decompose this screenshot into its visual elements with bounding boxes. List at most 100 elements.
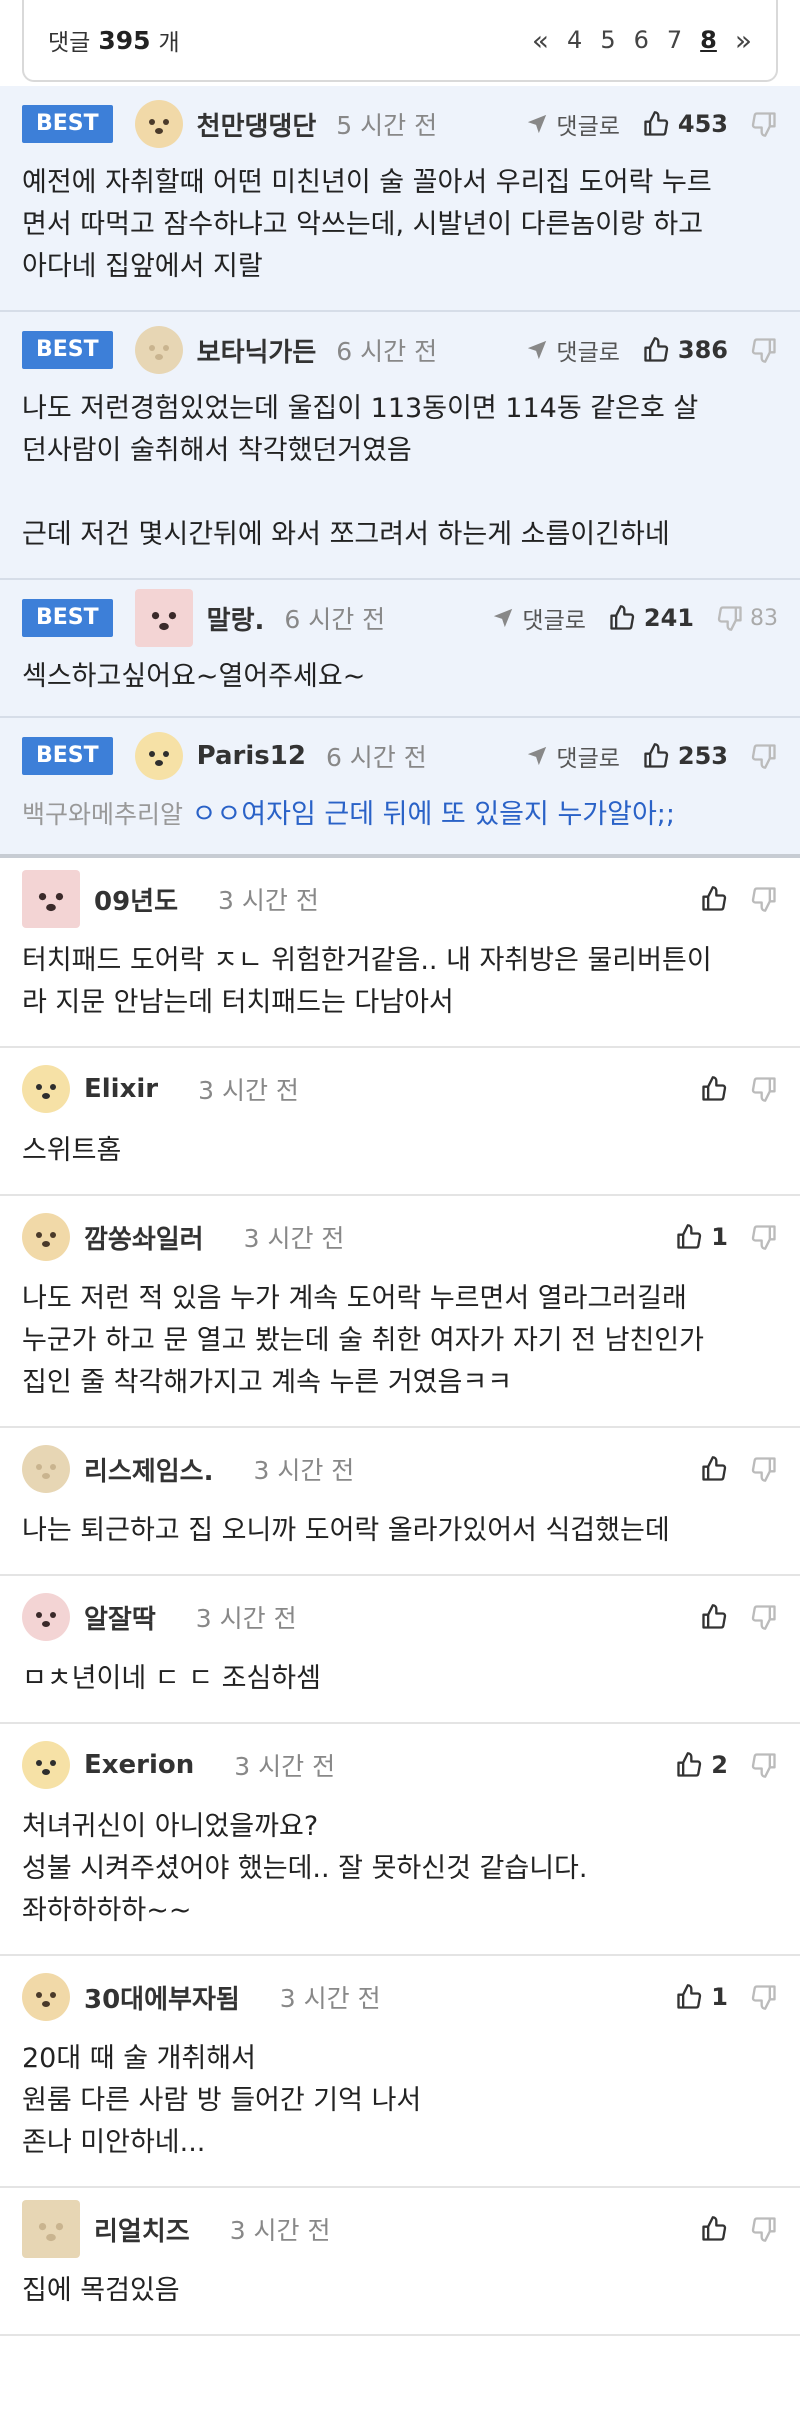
comment-author[interactable]: Paris12: [197, 741, 306, 771]
like-button[interactable]: [700, 2215, 728, 2243]
page-link[interactable]: 7: [667, 26, 682, 54]
avatar[interactable]: [22, 1741, 70, 1789]
prev-page-button[interactable]: «: [532, 24, 549, 57]
avatar[interactable]: [22, 2200, 80, 2258]
comment-actions: 2: [675, 1751, 778, 1779]
comment: 리얼치즈 3 시간 전집에 목검있음: [0, 2188, 800, 2336]
page-link[interactable]: 4: [567, 26, 582, 54]
comment-meta: 09년도 3 시간 전: [22, 858, 778, 940]
comment-body: 집에 목검있음: [22, 2270, 778, 2334]
avatar[interactable]: [22, 1593, 70, 1641]
avatar[interactable]: [22, 870, 80, 928]
best-badge: BEST: [22, 737, 113, 775]
like-button[interactable]: 453: [642, 110, 728, 138]
avatar[interactable]: [22, 1213, 70, 1261]
comment-author[interactable]: 리얼치즈: [94, 2211, 190, 2248]
next-page-button[interactable]: »: [735, 24, 752, 57]
reply-button[interactable]: 댓글로: [526, 739, 620, 773]
thumbs-up-icon: [700, 885, 728, 913]
avatar[interactable]: [134, 100, 183, 148]
reply-button[interactable]: 댓글로: [492, 601, 586, 635]
avatar[interactable]: [22, 1973, 70, 2021]
dislike-button[interactable]: 83: [716, 604, 778, 632]
like-button[interactable]: 253: [642, 742, 728, 770]
thumbs-down-icon: [750, 1455, 778, 1483]
comment-author[interactable]: 09년도: [94, 881, 178, 918]
dislike-button[interactable]: [750, 1603, 778, 1631]
comment-time: 6 시간 전: [325, 743, 427, 772]
dislike-button[interactable]: [750, 1075, 778, 1103]
comment-meta: 알잘딱 3 시간 전: [22, 1576, 778, 1658]
like-count: 2: [711, 1751, 728, 1779]
avatar[interactable]: [134, 589, 193, 647]
comment-count: 395: [98, 25, 151, 55]
like-button[interactable]: 1: [675, 1223, 728, 1251]
best-comment-list: BEST 천만댕댕단 5 시간 전 댓글로 453 예전에 자취할때 어떤 미친년이 술 …: [0, 86, 800, 858]
dislike-button[interactable]: [750, 1751, 778, 1779]
comment-line: 나도 저런 적 있음 누가 계속 도어락 누르면서 열라그러길래: [22, 1283, 687, 1314]
comment-author[interactable]: 말랑.: [207, 600, 265, 637]
comment-body: 나도 저런경험있었는데 울집이 113동이면 114동 같은호 살 던사람이 술취…: [22, 388, 778, 578]
dislike-button[interactable]: [750, 1983, 778, 2011]
best-comment: BEST Paris12 6 시간 전 댓글로 253 백구와메추리알 ㅇㅇ여자임 근데 …: [0, 718, 800, 858]
comment-time: 3 시간 전: [229, 2216, 331, 2245]
like-button[interactable]: 2: [675, 1751, 728, 1779]
reply-button[interactable]: 댓글로: [526, 107, 620, 141]
best-badge: BEST: [22, 331, 113, 369]
comment-author[interactable]: Exerion: [84, 1750, 194, 1780]
comment-line: 좌하하하하~~: [22, 1895, 192, 1926]
avatar[interactable]: [134, 326, 183, 374]
comment-line: ㅁㅊ년이네 ㄷ ㄷ 조심하셈: [22, 1663, 321, 1694]
comment-actions: [700, 1455, 778, 1483]
thumbs-up-icon: [642, 110, 670, 138]
avatar[interactable]: [22, 1065, 70, 1113]
comment-time: 3 시간 전: [253, 1456, 355, 1485]
comment-author[interactable]: 보타닉가든: [197, 332, 317, 369]
dislike-button[interactable]: [750, 885, 778, 913]
comment-author[interactable]: Elixir: [84, 1074, 158, 1104]
comment-author[interactable]: 천만댕댕단: [197, 106, 317, 143]
like-button[interactable]: 241: [608, 604, 694, 632]
best-comment: BEST 보타닉가든 6 시간 전 댓글로 386 나도 저런경험있었는데 울집이 113…: [0, 312, 800, 580]
thumbs-down-icon: [750, 1751, 778, 1779]
comment: 09년도 3 시간 전 터치패드 도어락 ㅈㄴ 위험한거같음.. 내 자취방은 물리…: [0, 858, 800, 1048]
dislike-button[interactable]: [750, 742, 778, 770]
best-badge: BEST: [22, 599, 113, 637]
avatar[interactable]: [22, 1445, 70, 1493]
thumbs-up-icon: [608, 604, 636, 632]
comment-author[interactable]: 30대에부자됨: [84, 1979, 240, 2016]
pagination: « 4 5 6 7 8 »: [532, 24, 752, 57]
comment-meta: BEST 보타닉가든 6 시간 전 댓글로 386: [22, 312, 778, 388]
comment-time: 3 시간 전: [279, 1984, 381, 2013]
like-button[interactable]: [700, 1455, 728, 1483]
like-button[interactable]: [700, 1603, 728, 1631]
reply-icon: [492, 607, 514, 629]
comment-line: 면서 따먹고 잠수하냐고 악쓰는데, 시발년이 다른놈이랑 하고: [22, 209, 704, 240]
comment-header: 댓글 395 개 « 4 5 6 7 8 »: [0, 0, 800, 86]
like-button[interactable]: 1: [675, 1983, 728, 2011]
dislike-button[interactable]: [750, 1455, 778, 1483]
like-button[interactable]: [700, 885, 728, 913]
comment-author[interactable]: 리스제임스.: [84, 1451, 213, 1488]
like-count: 1: [711, 1223, 728, 1251]
comment-time: 6 시간 전: [336, 337, 438, 366]
comment-actions: 댓글로 241 83: [492, 601, 778, 635]
like-button[interactable]: [700, 1075, 728, 1103]
dislike-button[interactable]: [750, 336, 778, 364]
comment-author[interactable]: 알잘딱: [84, 1599, 156, 1636]
comment-body: 나는 퇴근하고 집 오니까 도어락 올라가있어서 식겁했는데: [22, 1510, 778, 1574]
page-link[interactable]: 6: [634, 26, 649, 54]
thumbs-up-icon: [642, 336, 670, 364]
dislike-button[interactable]: [750, 110, 778, 138]
dislike-button[interactable]: [750, 2215, 778, 2243]
comment-line: 나도 저런경험있었는데 울집이 113동이면 114동 같은호 살: [22, 393, 699, 424]
reply-button[interactable]: 댓글로: [526, 333, 620, 367]
comment-author[interactable]: 깜쏭솨일러: [84, 1219, 204, 1256]
current-page[interactable]: 8: [700, 26, 717, 54]
like-button[interactable]: 386: [642, 336, 728, 364]
page-link[interactable]: 5: [600, 26, 615, 54]
reply-target[interactable]: 백구와메추리알: [22, 800, 183, 829]
dislike-button[interactable]: [750, 1223, 778, 1251]
comment-body: 예전에 자취할때 어떤 미친년이 술 꼴아서 우리집 도어락 누르 면서 따먹고 …: [22, 162, 778, 310]
avatar[interactable]: [134, 732, 183, 780]
